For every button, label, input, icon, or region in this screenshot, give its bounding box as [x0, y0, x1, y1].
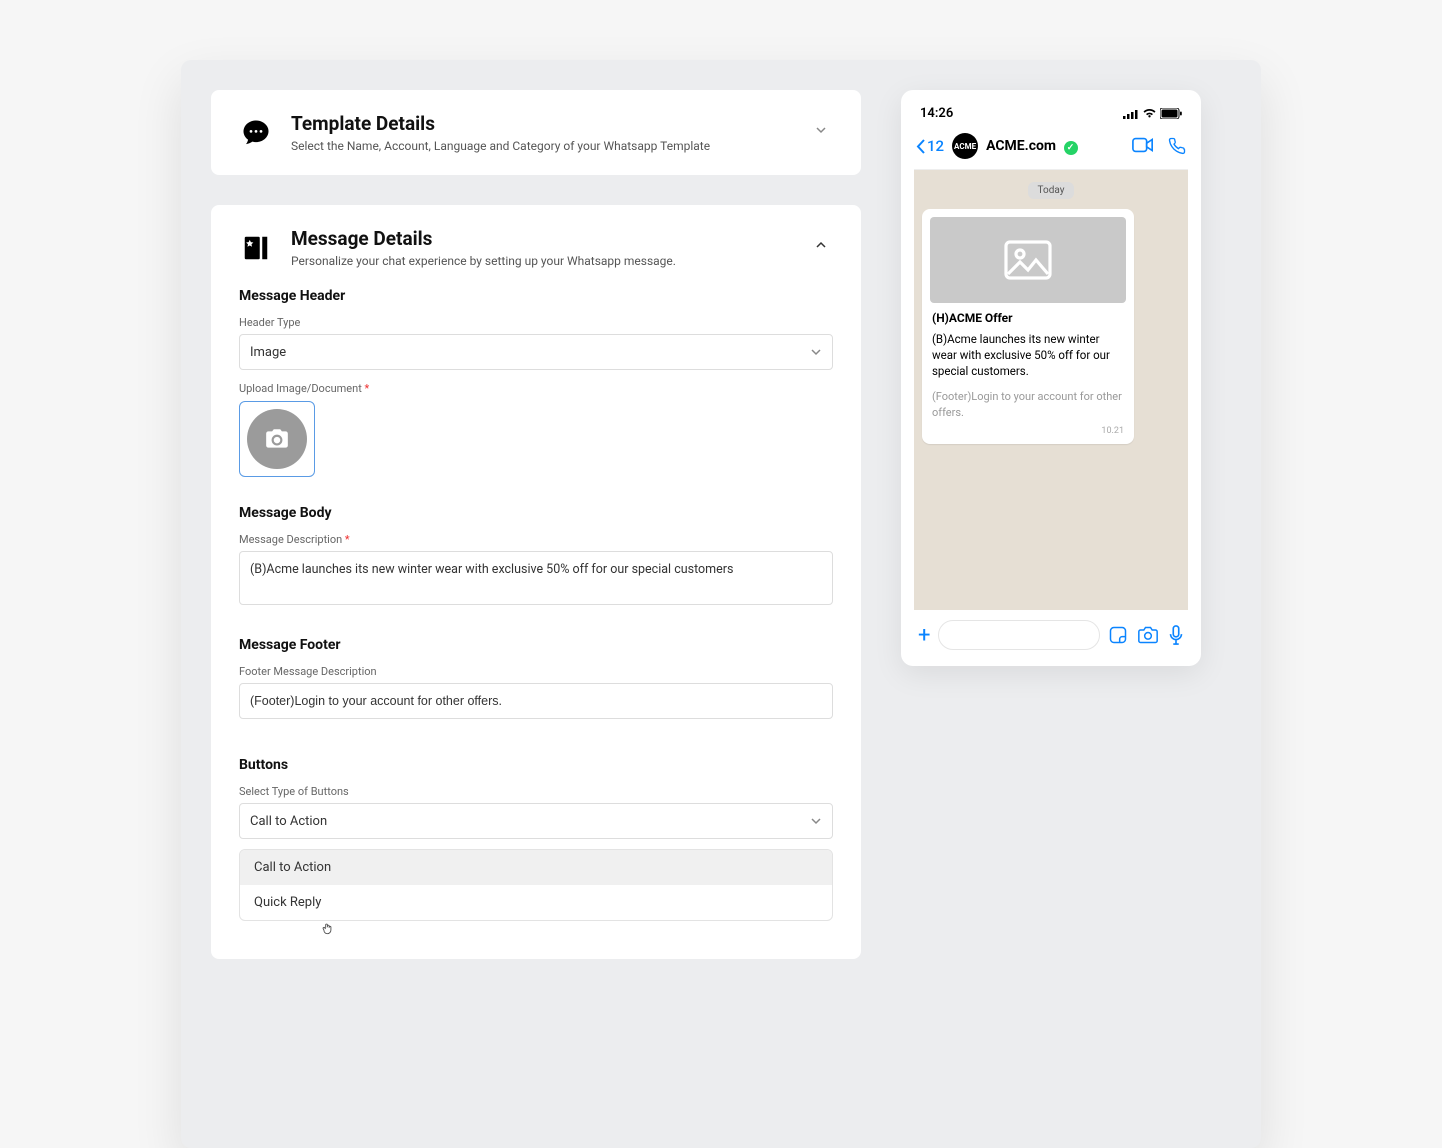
preview-footer-text: (Footer)Login to your account for other …: [930, 389, 1126, 420]
signal-icon: [1123, 109, 1139, 119]
template-details-card: Template Details Select the Name, Accoun…: [211, 90, 861, 175]
buttons-section: Buttons: [239, 757, 833, 773]
expand-template-details[interactable]: [809, 118, 833, 142]
video-call-icon[interactable]: [1132, 137, 1154, 153]
back-button[interactable]: 12: [916, 137, 944, 155]
message-body-section: Message Body: [239, 505, 833, 521]
chevron-down-icon: [810, 815, 822, 827]
back-count: 12: [927, 137, 944, 155]
wifi-icon: [1142, 108, 1157, 119]
sticker-icon[interactable]: [1108, 625, 1128, 645]
avatar: ACME: [952, 133, 978, 159]
template-details-subtitle: Select the Name, Account, Language and C…: [291, 139, 710, 153]
upload-image-box[interactable]: [239, 401, 315, 477]
buttons-type-select[interactable]: Call to Action: [239, 803, 833, 839]
message-image-placeholder: [930, 217, 1126, 303]
editor-column: Template Details Select the Name, Accoun…: [211, 90, 861, 1118]
upload-label: Upload Image/Document: [239, 382, 833, 395]
header-type-value: Image: [250, 345, 286, 360]
mic-icon[interactable]: [1168, 625, 1184, 645]
message-details-title: Message Details: [291, 227, 676, 250]
attach-button[interactable]: +: [918, 623, 930, 648]
message-footer-input[interactable]: [239, 683, 833, 719]
phone-call-icon[interactable]: [1168, 137, 1186, 155]
footer-label: Footer Message Description: [239, 665, 833, 678]
message-footer-section: Message Footer: [239, 637, 833, 653]
buttons-type-label: Select Type of Buttons: [239, 785, 833, 798]
buttons-type-value: Call to Action: [250, 814, 327, 829]
chat-input-bar: +: [914, 610, 1188, 650]
buttons-type-dropdown: Call to Action Quick Reply: [239, 849, 833, 921]
dropdown-option-call-to-action[interactable]: Call to Action: [240, 850, 832, 885]
phone-status-bar: 14:26: [914, 106, 1188, 127]
image-icon: [1004, 240, 1052, 280]
template-details-title: Template Details: [291, 112, 710, 135]
message-details-card: Message Details Personalize your chat ex…: [211, 205, 861, 959]
chevron-left-icon: [916, 139, 925, 154]
verified-badge-icon: ✓: [1064, 141, 1078, 155]
preview-body-text: (B)Acme launches its new winter wear wit…: [930, 331, 1126, 379]
collapse-message-details[interactable]: [809, 233, 833, 257]
dropdown-option-quick-reply[interactable]: Quick Reply: [240, 885, 832, 920]
header-type-select[interactable]: Image: [239, 334, 833, 370]
app-shell: Template Details Select the Name, Accoun…: [181, 60, 1261, 1148]
chevron-down-icon: [810, 346, 822, 358]
date-pill: Today: [1028, 182, 1075, 199]
status-time: 14:26: [920, 106, 953, 121]
cursor-pointer-icon: [321, 921, 335, 937]
preview-message-time: 10.21: [930, 426, 1126, 436]
header-type-label: Header Type: [239, 316, 833, 329]
battery-icon: [1160, 108, 1182, 119]
message-bubble: (H)ACME Offer (B)Acme launches its new w…: [922, 209, 1134, 444]
chat-bubble-icon: [239, 116, 273, 150]
contact-name: ACME.com ✓: [986, 138, 1124, 155]
chat-text-input[interactable]: [938, 620, 1100, 650]
message-details-subtitle: Personalize your chat experience by sett…: [291, 254, 676, 268]
message-details-icon: [239, 231, 273, 265]
message-body-input[interactable]: [239, 551, 833, 605]
preview-header-text: (H)ACME Offer: [930, 311, 1126, 325]
chat-body: Today (H)ACME Offer (B)Acme launches its…: [914, 170, 1188, 610]
camera-icon[interactable]: [1138, 625, 1158, 645]
camera-icon: [247, 409, 307, 469]
message-header-section: Message Header: [239, 288, 833, 304]
body-label: Message Description: [239, 533, 833, 546]
whatsapp-preview: 14:26 12 ACME ACME.com ✓ Today: [901, 90, 1201, 666]
chat-header: 12 ACME ACME.com ✓: [914, 127, 1188, 170]
